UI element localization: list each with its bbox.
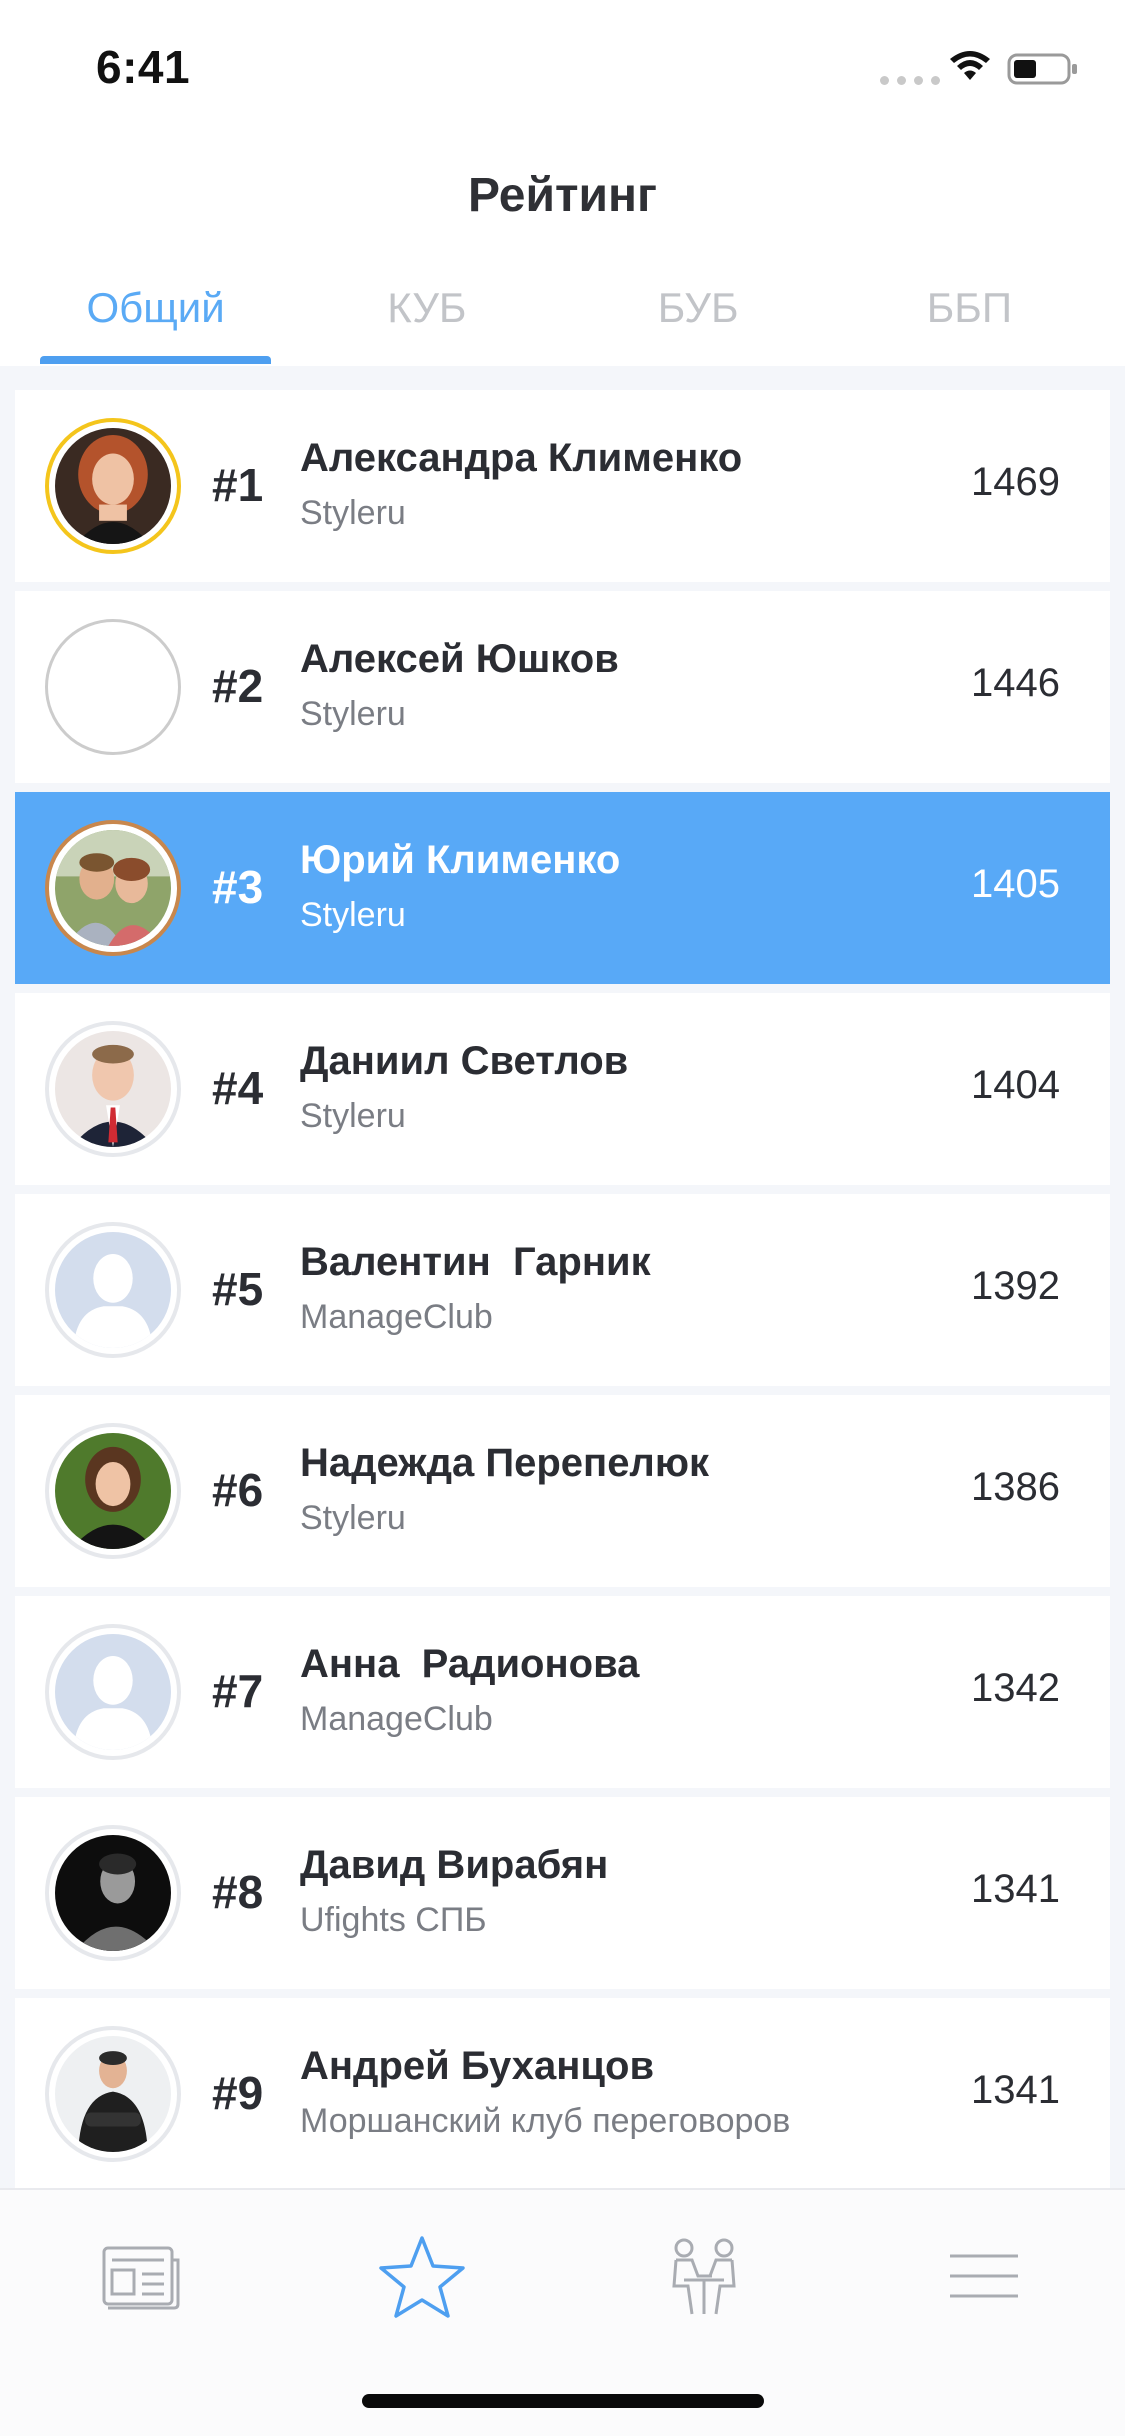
person-name: Андрей Буханцов — [300, 2044, 655, 2088]
person-name: Даниил Светлов — [300, 1039, 629, 1083]
person-club: Styleru — [300, 695, 406, 733]
rating-list[interactable]: #1 Александра Клименко Styleru 1469 #2 А… — [0, 366, 1125, 2188]
person-name: Давид Вирабян — [300, 1843, 609, 1887]
rating-row[interactable]: #9 Андрей Буханцов Моршанский клуб перег… — [15, 1998, 1110, 2188]
rank: #8 — [212, 1866, 264, 1918]
avatar — [45, 1624, 181, 1760]
rank: #2 — [212, 660, 264, 712]
avatar — [45, 820, 181, 956]
home-indicator[interactable] — [362, 2394, 764, 2408]
tab-bar: Общий КУБ БУБ ББП — [0, 270, 1125, 366]
nav-news[interactable] — [90, 2230, 190, 2320]
rating-row[interactable]: #5 Валентин Гарник ManageClub 1392 — [15, 1194, 1110, 1386]
star-icon — [379, 2236, 465, 2318]
score: 1341 — [971, 2068, 1060, 2112]
rating-row[interactable]: #7 Анна Радионова ManageClub 1342 — [15, 1596, 1110, 1788]
tab-label: БУБ — [657, 284, 739, 331]
person-club: ManageClub — [300, 1298, 493, 1336]
rank: #4 — [212, 1062, 264, 1114]
rank: #7 — [212, 1665, 264, 1717]
score: 1392 — [971, 1264, 1060, 1308]
rank: #1 — [212, 459, 264, 511]
tab-bub[interactable]: БУБ — [563, 270, 834, 366]
tab-general[interactable]: Общий — [20, 270, 291, 366]
tab-kub[interactable]: КУБ — [291, 270, 562, 366]
avatar — [45, 1825, 181, 1961]
person-club: Ufights СПБ — [300, 1901, 487, 1939]
avatar — [45, 1222, 181, 1358]
rating-row[interactable]: #8 Давид Вирабян Ufights СПБ 1341 — [15, 1797, 1110, 1989]
avatar — [45, 1021, 181, 1157]
person-name: Анна Радионова — [300, 1642, 640, 1686]
person-name: Юрий Клименко — [300, 838, 621, 882]
avatar — [45, 1423, 181, 1559]
avatar — [45, 619, 181, 755]
user-photo-icon — [55, 2036, 171, 2152]
status-bar: 6:41 — [0, 0, 1125, 132]
user-photo-icon — [55, 1433, 171, 1549]
menu-icon — [950, 2254, 1018, 2298]
tab-label: КУБ — [387, 284, 467, 331]
default-user-icon — [55, 1232, 171, 1348]
person-name: Алексей Юшков — [300, 637, 619, 681]
rank: #5 — [212, 1263, 264, 1315]
person-club: Моршанский клуб переговоров — [300, 2102, 791, 2140]
wifi-icon — [950, 51, 990, 80]
rank: #6 — [212, 1464, 264, 1516]
score: 1341 — [971, 1867, 1060, 1911]
user-photo-icon — [55, 830, 171, 946]
person-club: Styleru — [300, 1499, 406, 1537]
page-title: Рейтинг — [467, 169, 658, 222]
person-club: Styleru — [300, 1097, 406, 1135]
tab-label: Общий — [86, 284, 225, 331]
rank: #3 — [212, 861, 264, 913]
score: 1405 — [971, 862, 1060, 906]
avatar — [45, 418, 181, 554]
nav-menu[interactable] — [934, 2230, 1034, 2320]
nav-negotiations[interactable] — [654, 2230, 754, 2320]
negotiation-icon — [672, 2238, 736, 2315]
rating-row[interactable]: #1 Александра Клименко Styleru 1469 — [15, 390, 1110, 582]
tab-bbp[interactable]: ББП — [834, 270, 1105, 366]
person-name: Валентин Гарник — [300, 1240, 651, 1284]
rating-row[interactable]: #2 Алексей Юшков Styleru 1446 — [15, 591, 1110, 783]
rating-row[interactable]: #6 Надежда Перепелюк Styleru 1386 — [15, 1395, 1110, 1587]
battery-icon — [1007, 53, 1077, 85]
user-photo-icon — [55, 1031, 171, 1147]
person-club: ManageClub — [300, 1700, 493, 1738]
cellular-signal-icon — [880, 76, 940, 85]
person-name: Надежда Перепелюк — [300, 1441, 710, 1485]
score: 1342 — [971, 1666, 1060, 1710]
person-club: Styleru — [300, 896, 406, 934]
active-tab-indicator — [40, 356, 272, 364]
score: 1404 — [971, 1063, 1060, 1107]
rank: #9 — [212, 2067, 264, 2119]
score: 1446 — [971, 661, 1060, 705]
status-time: 6:41 — [96, 41, 191, 93]
rating-row-current-user[interactable]: #3 Юрий Клименко Styleru 1405 — [15, 792, 1110, 984]
score: 1386 — [971, 1465, 1060, 1509]
tab-label: ББП — [926, 284, 1013, 331]
default-user-icon — [55, 1634, 171, 1750]
user-photo-icon — [55, 1835, 171, 1951]
person-club: Styleru — [300, 494, 406, 532]
avatar — [45, 2026, 181, 2162]
news-icon — [102, 2246, 180, 2310]
user-photo-icon — [55, 428, 171, 544]
score: 1469 — [971, 460, 1060, 504]
person-name: Александра Клименко — [300, 436, 743, 480]
nav-rating[interactable] — [372, 2230, 472, 2320]
rating-row[interactable]: #4 Даниил Светлов Styleru 1404 — [15, 993, 1110, 1185]
